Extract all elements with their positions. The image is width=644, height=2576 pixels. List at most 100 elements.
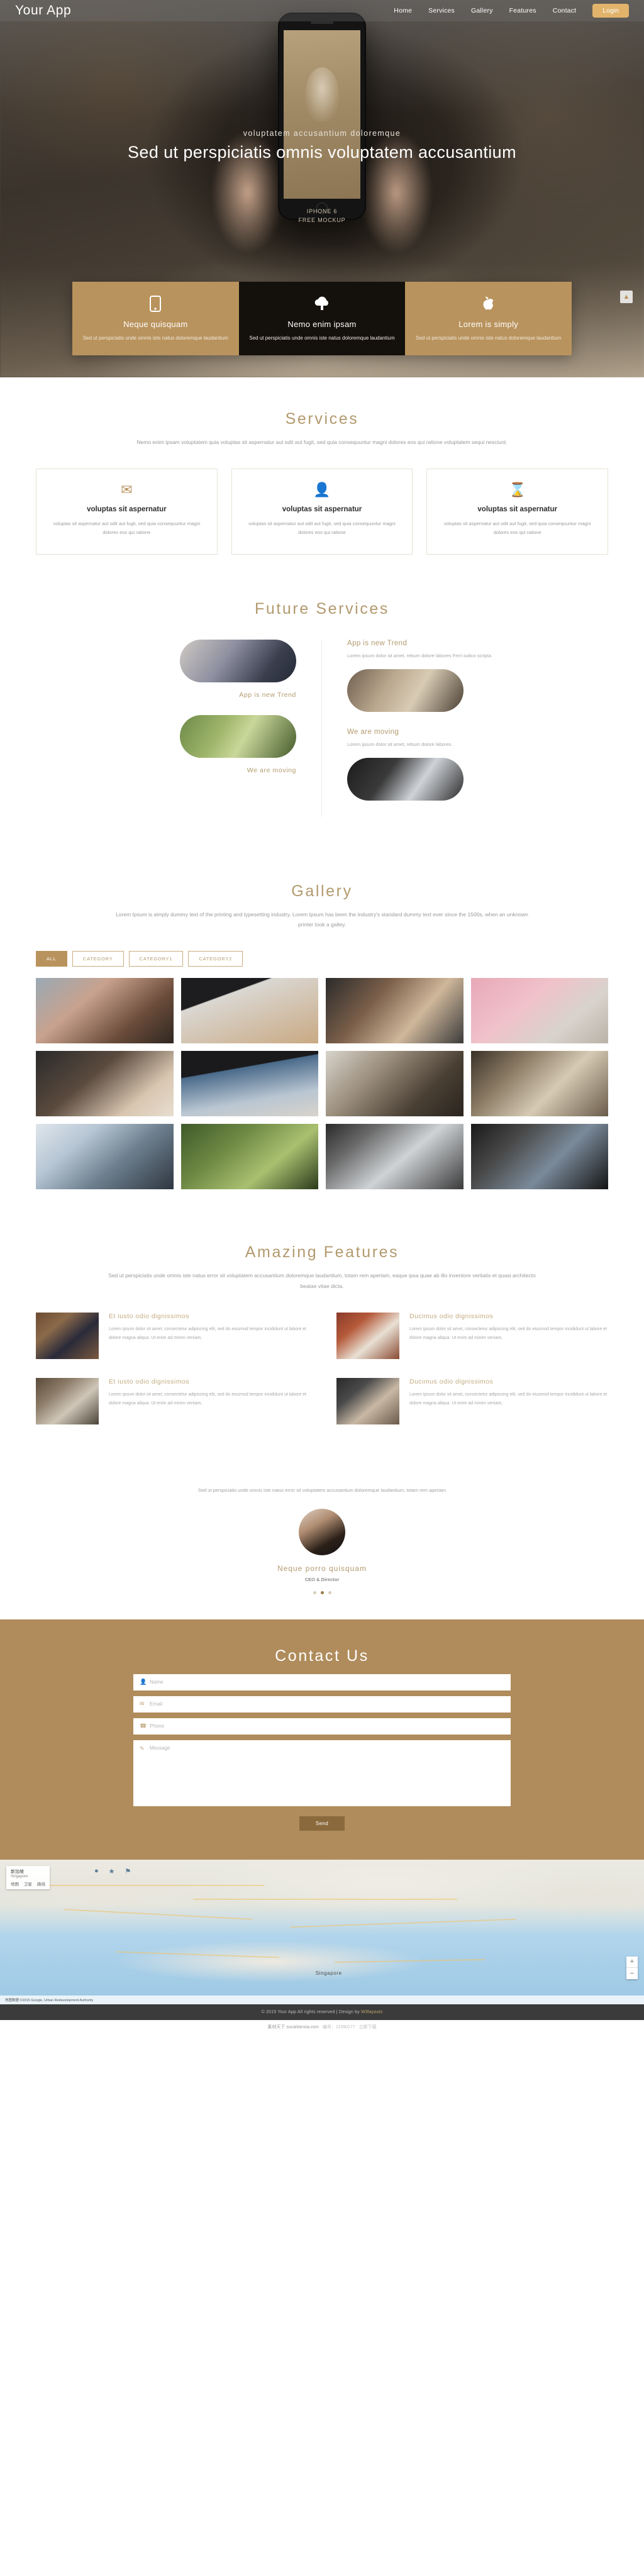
site-logo[interactable]: Your App bbox=[15, 3, 71, 18]
message-textarea[interactable] bbox=[150, 1745, 504, 1801]
testimonial-section: Sed ut perspiciatis unde omnis iste natu… bbox=[0, 1457, 644, 1619]
map-zoom-controls: + − bbox=[626, 1956, 638, 1979]
map-flag-icon[interactable]: ⚑ bbox=[125, 1867, 131, 1875]
nav-menu: Home Services Gallery Features Contact L… bbox=[394, 4, 629, 18]
name-field-wrapper: 👤 bbox=[133, 1674, 511, 1690]
nav-link-gallery[interactable]: Gallery bbox=[471, 7, 493, 14]
hero-box-3-title: Lorem is simply bbox=[458, 319, 519, 330]
features-subtitle: Sed ut perspiciatis unde omnis iste natu… bbox=[108, 1272, 536, 1289]
future-service-label-2: We are moving bbox=[247, 766, 296, 774]
services-section: Services Nemo enim ipsam voluptatem quia… bbox=[0, 377, 644, 587]
future-service-right-2[interactable]: We are moving Lorem ipsum dolor sit amet… bbox=[347, 728, 608, 801]
gallery-image-9[interactable] bbox=[36, 1124, 174, 1190]
feature-image-2 bbox=[336, 1312, 399, 1359]
carousel-dot-2[interactable] bbox=[320, 1591, 324, 1594]
future-services-right-column: App is new Trend Lorem ipsum dolor sit a… bbox=[322, 640, 608, 818]
hero-box-2[interactable]: Nemo enim ipsam Sed ut perspiciatis unde… bbox=[238, 282, 406, 355]
future-service-right-1[interactable]: App is new Trend Lorem ipsum dolor sit a… bbox=[347, 640, 608, 712]
footer-link[interactable]: W3layouts bbox=[361, 2010, 382, 2014]
feature-text-2: Lorem ipsum dolor sit amet, consectetur … bbox=[409, 1326, 607, 1340]
send-button[interactable]: Send bbox=[299, 1816, 345, 1831]
phone-caption-line2: FREE MOCKUP bbox=[298, 216, 346, 223]
gallery-image-11[interactable] bbox=[326, 1124, 464, 1190]
scroll-to-top-button[interactable]: ▲ bbox=[620, 291, 633, 303]
map-star-icon[interactable]: ★ bbox=[109, 1867, 115, 1875]
nav-link-home[interactable]: Home bbox=[394, 7, 412, 14]
testimonial-role: CEO & Director bbox=[304, 1576, 340, 1582]
testimonial-carousel-dots bbox=[0, 1591, 644, 1594]
email-input[interactable] bbox=[150, 1701, 504, 1707]
contact-title: Contact Us bbox=[275, 1646, 369, 1665]
gallery-filter-bar: ALL CATEGORY CATEGORY1 CATEGORY2 bbox=[36, 951, 608, 967]
map-marker-icon[interactable]: ● bbox=[94, 1867, 99, 1875]
service-card-2[interactable]: 👤 voluptas sit aspernatur voluptas sit a… bbox=[231, 469, 413, 555]
map-section[interactable]: 新加坡 Singapore 地图 卫星 路线 ● ★ ⚑ Singapore +… bbox=[0, 1859, 644, 2004]
gallery-image-5[interactable] bbox=[36, 1051, 174, 1117]
gallery-image-10[interactable] bbox=[180, 1124, 318, 1190]
footer-text: © 2015 Your App All rights reserved | De… bbox=[261, 2009, 360, 2014]
map-tab-directions[interactable]: 路线 bbox=[37, 1880, 45, 1887]
gallery-image-8[interactable] bbox=[470, 1051, 608, 1117]
feature-image-3 bbox=[36, 1377, 99, 1424]
future-service-left-2[interactable]: We are moving bbox=[36, 714, 296, 774]
carousel-dot-3[interactable] bbox=[328, 1591, 331, 1594]
map-zoom-out-button[interactable]: − bbox=[626, 1968, 638, 1979]
name-input[interactable] bbox=[150, 1679, 504, 1685]
login-button[interactable]: Login bbox=[592, 4, 629, 18]
feature-item-2: Ducimus odio dignissimos Lorem ipsum dol… bbox=[336, 1312, 608, 1359]
services-card-row: ✉ voluptas sit aspernatur voluptas sit a… bbox=[36, 469, 609, 555]
carousel-dot-1[interactable] bbox=[313, 1591, 316, 1594]
services-subtitle: Nemo enim ipsam voluptatem quia voluptas… bbox=[136, 439, 508, 445]
hero-box-2-desc: Sed ut perspiciatis unde omnis iste natu… bbox=[249, 335, 395, 341]
feature-text-4: Lorem ipsum dolor sit amet, consectetur … bbox=[409, 1392, 607, 1406]
cloud-upload-icon bbox=[248, 296, 397, 312]
hero-box-2-title: Nemo enim ipsam bbox=[287, 319, 357, 330]
gallery-filter-category2[interactable]: CATEGORY2 bbox=[188, 951, 243, 967]
gallery-image-1[interactable] bbox=[36, 978, 174, 1044]
nav-link-features[interactable]: Features bbox=[509, 7, 536, 14]
map-zoom-in-button[interactable]: + bbox=[626, 1957, 638, 1968]
feature-title-1: Et iusto odio dignissimos bbox=[109, 1312, 190, 1320]
hero-box-1[interactable]: Neque quisquam Sed ut perspiciatis unde … bbox=[72, 282, 239, 355]
feature-item-1: Et iusto odio dignissimos Lorem ipsum do… bbox=[36, 1312, 308, 1359]
future-service-image-2 bbox=[180, 714, 296, 758]
credit-download-button[interactable]: 立即下载 bbox=[359, 2024, 377, 2030]
gallery-image-3[interactable] bbox=[326, 978, 464, 1044]
gallery-image-12[interactable] bbox=[470, 1124, 608, 1190]
gallery-image-2[interactable] bbox=[180, 978, 318, 1044]
future-services-section: Future Services App is new Trend We are … bbox=[0, 587, 644, 850]
user-icon: 👤 bbox=[313, 482, 331, 498]
hero-subtitle: voluptatem accusantium doloremque bbox=[243, 129, 401, 138]
hero-title: Sed ut perspiciatis omnis voluptatem acc… bbox=[128, 143, 516, 162]
gallery-filter-category[interactable]: CATEGORY bbox=[72, 951, 124, 967]
phone-input[interactable] bbox=[150, 1723, 504, 1729]
future-service-heading-2: We are moving bbox=[347, 728, 399, 736]
service-card-1[interactable]: ✉ voluptas sit aspernatur voluptas sit a… bbox=[36, 469, 218, 555]
map-attribution-text: 地图数据 ©2015 Google, Urban Redevelopment A… bbox=[5, 1998, 94, 2002]
gallery-image-4[interactable] bbox=[470, 978, 608, 1044]
map-search-box[interactable]: 新加坡 Singapore 地图 卫星 路线 bbox=[6, 1865, 50, 1889]
gallery-filter-category1[interactable]: CATEGORY1 bbox=[128, 951, 184, 967]
future-service-text-2: Lorem ipsum dolor sit amet, rebum dolore… bbox=[347, 741, 453, 747]
gallery-section: Gallery Lorem Ipsum is simply dummy text… bbox=[0, 850, 644, 1222]
future-service-text-1: Lorem ipsum dolor sit amet, rebum dolore… bbox=[347, 652, 492, 658]
hourglass-icon: ⌛ bbox=[508, 482, 526, 498]
hero-section: IPHONE 6 FREE MOCKUP Your App Home Servi… bbox=[0, 0, 644, 377]
gallery-image-7[interactable] bbox=[326, 1051, 464, 1117]
message-field-wrapper: ✎ bbox=[133, 1740, 511, 1806]
gallery-subtitle: Lorem Ipsum is simply dummy text of the … bbox=[116, 911, 528, 928]
service-card-3[interactable]: ⌛ voluptas sit aspernatur voluptas sit a… bbox=[426, 469, 609, 555]
map-tab-satellite[interactable]: 卫星 bbox=[24, 1880, 32, 1887]
future-service-left-1[interactable]: App is new Trend bbox=[36, 639, 296, 699]
nav-link-services[interactable]: Services bbox=[428, 7, 455, 14]
map-tab-map[interactable]: 地图 bbox=[11, 1880, 19, 1887]
nav-link-contact[interactable]: Contact bbox=[553, 7, 577, 14]
map-city-label: Singapore bbox=[315, 1970, 342, 1976]
feature-title-4: Ducimus odio dignissimos bbox=[409, 1377, 494, 1385]
gallery-image-6[interactable] bbox=[180, 1051, 318, 1117]
hero-box-3-desc: Sed ut perspiciatis unde omnis iste natu… bbox=[416, 335, 562, 341]
gallery-filter-all[interactable]: ALL bbox=[36, 951, 67, 967]
hero-box-3[interactable]: Lorem is simply Sed ut perspiciatis unde… bbox=[405, 282, 572, 355]
future-service-image-3 bbox=[347, 669, 464, 712]
chevron-up-icon: ▲ bbox=[623, 292, 630, 301]
